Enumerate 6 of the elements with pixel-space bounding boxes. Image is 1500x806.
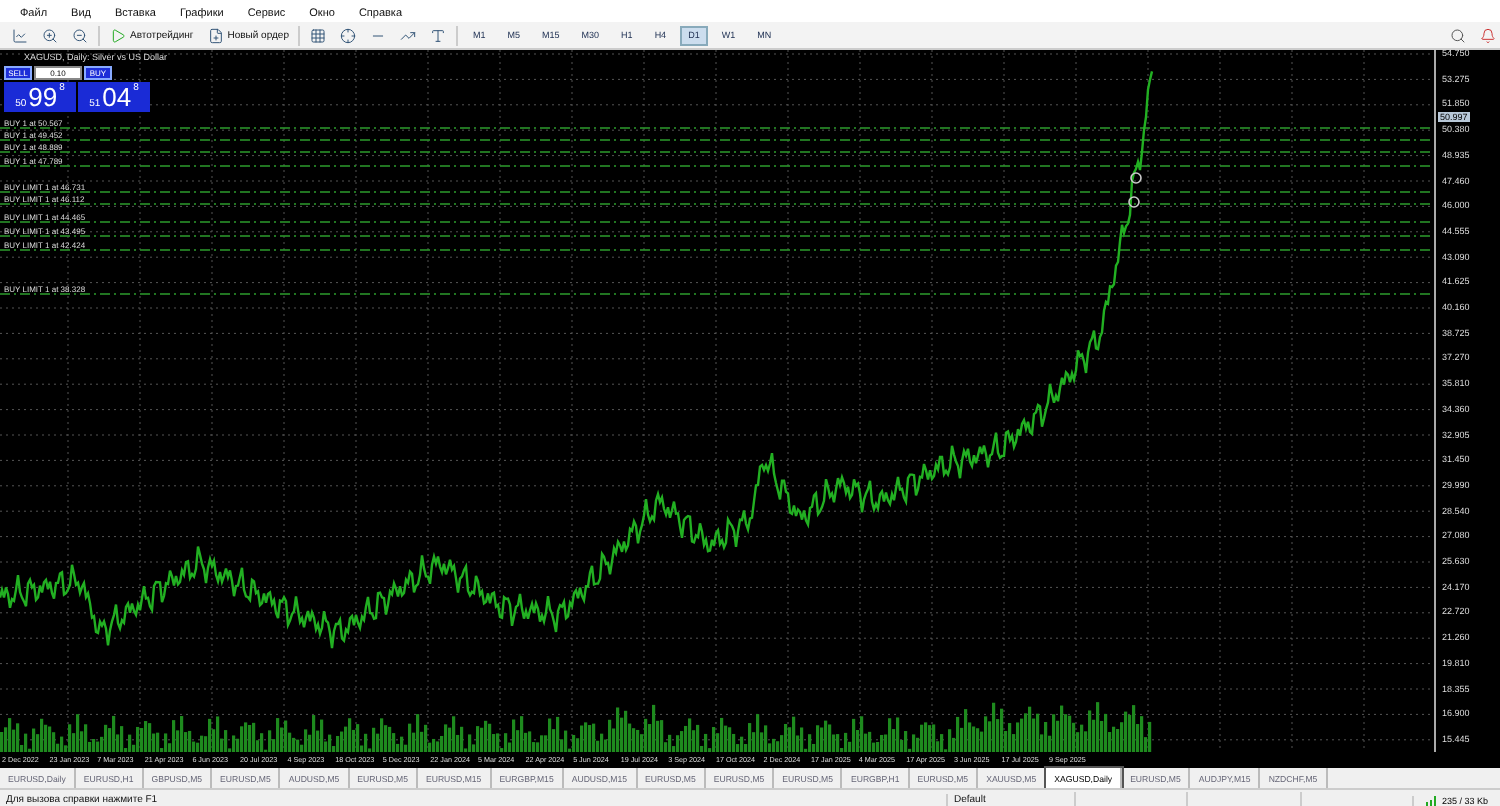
play-icon <box>110 27 126 43</box>
signal-icon <box>1425 795 1438 805</box>
bell-button[interactable] <box>1476 25 1500 45</box>
grid-button[interactable] <box>306 25 331 45</box>
document-plus-icon <box>207 27 224 43</box>
crosshair-button[interactable] <box>336 25 361 45</box>
